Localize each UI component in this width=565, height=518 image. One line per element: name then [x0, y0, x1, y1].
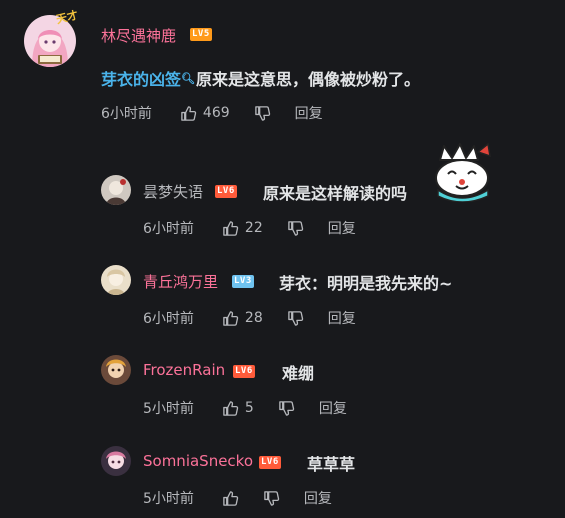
- topic-link[interactable]: 芽衣的凶签: [101, 70, 181, 89]
- timestamp: 5小时前: [143, 491, 194, 507]
- like-button[interactable]: 28: [222, 310, 263, 327]
- reply-meta: 6小时前 28 回复: [143, 308, 356, 328]
- reply-level-badge: LV6: [215, 185, 237, 198]
- root-level-badge: LV5: [190, 28, 212, 41]
- reply-level-badge: LV6: [259, 456, 281, 469]
- thumbs-down-icon: [263, 490, 280, 507]
- reply-content: 原来是这样解读的吗: [263, 184, 408, 203]
- root-meta: 6小时前 469 回复: [101, 103, 323, 123]
- reply-button[interactable]: 回复: [295, 103, 323, 123]
- like-count: 5: [244, 400, 254, 416]
- dislike-button[interactable]: [263, 490, 280, 507]
- root-username[interactable]: 林尽遇神鹿: [101, 25, 176, 46]
- dislike-button[interactable]: [287, 310, 304, 327]
- reply-content: 芽衣：明明是我先来的~: [279, 274, 453, 293]
- thumbs-up-icon: [222, 490, 239, 507]
- reply-meta: 5小时前 回复: [143, 488, 332, 508]
- reply-content: 难绷: [282, 364, 315, 383]
- reply-avatar[interactable]: [101, 175, 131, 205]
- reply-username[interactable]: FrozenRain: [143, 361, 225, 379]
- reply-button[interactable]: 回复: [328, 218, 356, 238]
- reply-avatar[interactable]: [101, 265, 131, 295]
- like-count: 22: [244, 220, 263, 236]
- reply-button[interactable]: 回复: [319, 398, 347, 418]
- reply-button[interactable]: 回复: [328, 308, 356, 328]
- thumbs-down-icon: [254, 105, 271, 122]
- reply-meta: 6小时前 22 回复: [143, 218, 356, 238]
- thumbs-down-icon: [287, 310, 304, 327]
- reply-meta: 5小时前 5 回复: [143, 398, 347, 418]
- reply-level-badge: LV6: [233, 365, 255, 378]
- timestamp: 6小时前: [143, 311, 194, 327]
- reply-username[interactable]: 青丘鸿万里: [143, 271, 218, 292]
- thumbs-down-icon: [287, 220, 304, 237]
- timestamp: 5小时前: [143, 401, 194, 417]
- reply-content: 草草草: [307, 455, 356, 474]
- like-button[interactable]: 22: [222, 220, 263, 237]
- dislike-button[interactable]: [278, 400, 295, 417]
- root-content: 芽衣的凶签🔍︎原来是这意思，偶像被炒粉了。: [101, 66, 420, 90]
- comment-thread: 天才 林尽遇神鹿 LV5 芽衣的凶签🔍︎原来是这意思，偶像被炒粉了。 6小时前 …: [0, 0, 565, 518]
- timestamp: 6小时前: [101, 106, 152, 122]
- thumbs-up-icon: [180, 105, 197, 122]
- like-button[interactable]: 469: [180, 105, 230, 122]
- reply-avatar[interactable]: [101, 446, 131, 476]
- dislike-button[interactable]: [254, 105, 271, 122]
- dislike-button[interactable]: [287, 220, 304, 237]
- like-count: 469: [202, 105, 230, 121]
- reply-level-badge: LV3: [232, 275, 254, 288]
- timestamp: 6小时前: [143, 221, 194, 237]
- reply-username[interactable]: 昙梦失语: [143, 181, 203, 202]
- reply-avatar[interactable]: [101, 355, 131, 385]
- like-button[interactable]: [222, 490, 239, 507]
- reply-button[interactable]: 回复: [304, 488, 332, 508]
- pendant-badge: 天才: [54, 8, 80, 27]
- thumbs-up-icon: [222, 310, 239, 327]
- reply-username[interactable]: SomniaSnecko: [143, 452, 253, 470]
- root-text: 原来是这意思，偶像被炒粉了。: [195, 70, 420, 89]
- like-button[interactable]: 5: [222, 400, 254, 417]
- thumbs-up-icon: [222, 400, 239, 417]
- like-count: 28: [244, 310, 263, 326]
- crowned-cat-sticker: [430, 142, 498, 203]
- search-icon[interactable]: 🔍︎: [181, 72, 195, 85]
- thumbs-up-icon: [222, 220, 239, 237]
- thumbs-down-icon: [278, 400, 295, 417]
